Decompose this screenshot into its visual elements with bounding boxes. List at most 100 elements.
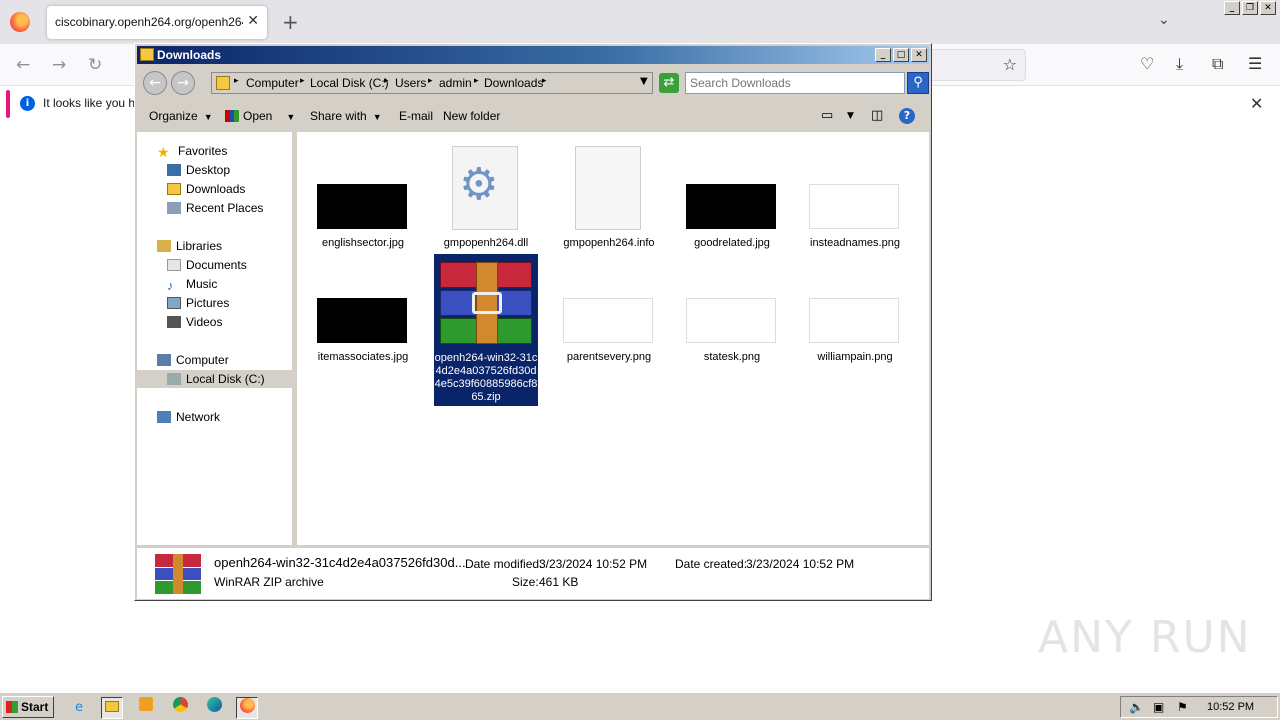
ie-icon[interactable]: e	[68, 697, 90, 719]
nav-computer[interactable]: Computer	[157, 351, 229, 369]
chevron-right-icon[interactable]: ▸	[428, 76, 433, 86]
nav-documents[interactable]: Documents	[167, 256, 247, 274]
speaker-icon[interactable]: 🔈	[1129, 700, 1144, 714]
chevron-down-icon[interactable]: ⌄	[1158, 12, 1170, 28]
file-item[interactable]: insteadnames.png	[803, 184, 907, 254]
url-bar[interactable]: ☆	[920, 49, 1026, 81]
firefox-taskbar-icon[interactable]	[236, 697, 258, 719]
menu-icon[interactable]: ☰	[1248, 54, 1262, 73]
nav-desktop[interactable]: Desktop	[167, 161, 230, 179]
file-item[interactable]: williampain.png	[803, 298, 907, 368]
bookmark-star-icon[interactable]: ☆	[1003, 55, 1017, 74]
organize-label: Organize	[149, 109, 198, 123]
back-icon[interactable]: ←	[16, 55, 30, 75]
breadcrumb-admin[interactable]: admin	[439, 76, 472, 90]
nav-recent-places[interactable]: Recent Places	[167, 199, 263, 217]
new-tab-icon[interactable]: +	[282, 10, 299, 34]
close-notice-icon[interactable]: ✕	[1250, 94, 1263, 113]
chevron-right-icon[interactable]: ▸	[234, 76, 239, 86]
videos-icon	[167, 316, 181, 328]
help-icon[interactable]: ?	[899, 108, 915, 124]
info-icon: i	[20, 96, 35, 111]
close-tab-icon[interactable]: ✕	[247, 13, 259, 29]
close-icon[interactable]: ✕	[911, 48, 927, 62]
reload-icon[interactable]: ↻	[88, 55, 102, 75]
image-thumbnail	[809, 184, 899, 229]
file-item[interactable]: englishsector.jpg	[311, 184, 415, 254]
explorer-title-bar[interactable]: Downloads _ □ ✕	[137, 46, 929, 64]
downloads-icon[interactable]: ⤓	[1176, 54, 1183, 74]
explorer-taskbar-icon[interactable]	[101, 697, 123, 719]
refresh-icon[interactable]: ⇄	[659, 73, 679, 93]
chrome-icon[interactable]	[169, 697, 191, 719]
nav-downloads[interactable]: Downloads	[167, 180, 245, 198]
preview-pane-icon[interactable]: ◫	[871, 108, 883, 123]
file-item[interactable]: gmpopenh264.info	[557, 144, 661, 254]
file-item[interactable]: itemassociates.jpg	[311, 298, 415, 368]
file-name: statesk.png	[703, 351, 761, 363]
media-player-icon[interactable]	[135, 697, 157, 719]
music-icon: ♪	[167, 278, 174, 293]
chevron-right-icon[interactable]: ▸	[300, 76, 305, 86]
forward-icon[interactable]: →	[52, 55, 66, 75]
file-item[interactable]: statesk.png	[680, 298, 784, 368]
forward-icon[interactable]: →	[171, 71, 195, 95]
breadcrumb-computer[interactable]: Computer	[246, 76, 299, 90]
breadcrumb-local-disk[interactable]: Local Disk (C:)	[310, 76, 389, 90]
nav-favorites[interactable]: ★ Favorites	[157, 142, 227, 160]
command-bar: Organize ▼ Open ▼ Share with ▼ E-mail New f…	[137, 102, 929, 130]
firefox-icon[interactable]	[10, 12, 30, 32]
open-label: Open	[243, 109, 273, 123]
back-icon[interactable]: ←	[143, 71, 167, 95]
file-item-selected[interactable]: openh264-win32-31c4d2e4a037526fd30d4e5c3…	[434, 254, 538, 406]
clock: 10:52 PM	[1207, 701, 1255, 713]
breadcrumb-users[interactable]: Users	[395, 76, 426, 90]
new-folder-button[interactable]: New folder	[443, 109, 500, 123]
file-item[interactable]: goodrelated.jpg	[680, 184, 784, 254]
dropdown-arrow-icon: ▼	[286, 112, 296, 122]
star-icon: ★	[157, 144, 170, 160]
edge-icon[interactable]	[203, 697, 225, 719]
nav-pictures[interactable]: Pictures	[167, 294, 229, 312]
browser-tab[interactable]: ciscobinary.openh264.org/openh264-win32-…	[47, 6, 267, 39]
email-button[interactable]: E-mail	[399, 109, 433, 123]
documents-icon	[167, 259, 181, 271]
nav-music[interactable]: ♪ Music	[167, 275, 217, 293]
start-button[interactable]: Start	[2, 696, 54, 718]
date-created-value: 3/23/2024 10:52 PM	[746, 557, 855, 571]
nav-local-disk[interactable]: Local Disk (C:)	[137, 370, 293, 388]
anyrun-watermark: ANY RUN	[1038, 612, 1252, 663]
close-icon[interactable]: ✕	[1260, 1, 1276, 15]
address-dropdown-icon[interactable]: ▼	[640, 76, 648, 87]
address-bar[interactable]: ▸ Computer ▸ Local Disk (C:) ▸ Users ▸ a…	[211, 72, 653, 94]
minimize-icon[interactable]: _	[1224, 1, 1240, 15]
maximize-icon[interactable]: □	[893, 48, 909, 62]
restore-icon[interactable]: ❐	[1242, 1, 1258, 15]
organize-button[interactable]: Organize ▼	[149, 109, 213, 123]
pocket-icon[interactable]: ♡	[1140, 54, 1154, 73]
extensions-icon[interactable]: ⧉	[1212, 54, 1223, 74]
chevron-right-icon[interactable]: ▸	[474, 76, 479, 86]
breadcrumb-downloads[interactable]: Downloads	[484, 76, 543, 90]
file-list: englishsector.jpg ⚙ gmpopenh264.dll gmpo…	[297, 132, 929, 545]
minimize-icon[interactable]: _	[875, 48, 891, 62]
view-icon[interactable]: ▭	[821, 108, 833, 123]
nav-label: Documents	[186, 258, 247, 272]
address-row: ← → ▸ Computer ▸ Local Disk (C:) ▸ Users…	[137, 66, 929, 98]
nav-videos[interactable]: Videos	[167, 313, 222, 331]
share-with-button[interactable]: Share with ▼	[310, 109, 382, 123]
network-icon[interactable]: ▣	[1153, 700, 1164, 714]
file-item[interactable]: parentsevery.png	[557, 298, 661, 368]
nav-network[interactable]: Network	[157, 408, 220, 426]
details-pane: openh264-win32-31c4d2e4a037526fd30d... W…	[137, 547, 929, 599]
chevron-right-icon[interactable]: ▸	[542, 76, 547, 86]
chevron-right-icon[interactable]: ▸	[384, 76, 389, 86]
open-button[interactable]: Open ▼	[225, 109, 295, 123]
nav-libraries[interactable]: Libraries	[157, 237, 222, 255]
search-icon[interactable]: ⚲	[907, 72, 929, 94]
winrar-icon	[155, 554, 201, 594]
view-dropdown-icon[interactable]: ▼	[847, 111, 854, 121]
search-input[interactable]	[686, 73, 904, 93]
file-item[interactable]: ⚙ gmpopenh264.dll	[434, 144, 538, 254]
flag-icon[interactable]: ⚑	[1177, 700, 1188, 714]
